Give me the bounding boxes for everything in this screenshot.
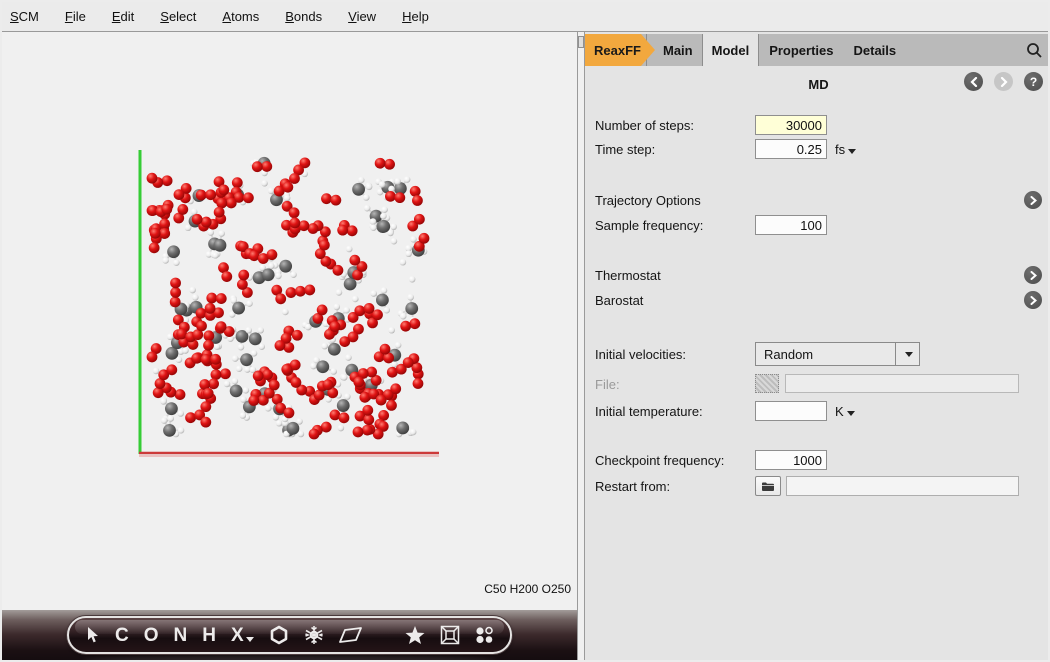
- menu-file[interactable]: File: [65, 9, 86, 24]
- thermostat-detail-button[interactable]: [1024, 266, 1042, 284]
- help-button[interactable]: ?: [1024, 72, 1043, 91]
- velocities-file-browse-button: [755, 374, 779, 393]
- sample-frequency-label: Sample frequency:: [595, 218, 703, 233]
- chevron-right-icon: [1030, 296, 1037, 305]
- molecular-scene[interactable]: [138, 148, 440, 460]
- tab-reaxff[interactable]: ReaxFF: [585, 34, 655, 66]
- number-of-steps-input[interactable]: [755, 115, 827, 135]
- menu-bar: SCM File Edit Select Atoms Bonds View He…: [2, 2, 1048, 32]
- barostat-label: Barostat: [595, 293, 643, 308]
- ams-input-window: SCM File Edit Select Atoms Bonds View He…: [0, 0, 1050, 662]
- initial-velocities-dropdown[interactable]: Random: [755, 342, 920, 366]
- caret-down-icon: [246, 637, 254, 642]
- input-panel: ReaxFF Main Model Properties Details MD …: [585, 32, 1050, 662]
- cell-box-tool-icon[interactable]: [440, 625, 460, 645]
- tab-details[interactable]: Details: [844, 34, 907, 66]
- time-step-unit-dropdown[interactable]: fs: [835, 142, 856, 157]
- chevron-left-icon: [970, 77, 978, 87]
- molecule-tool-icon[interactable]: [475, 626, 494, 644]
- molecule-viewer[interactable]: C50 H200 O250 C O N H X: [2, 32, 577, 662]
- menu-scm[interactable]: SCM: [10, 9, 39, 24]
- number-of-steps-label: Number of steps:: [595, 118, 694, 133]
- restart-from-input[interactable]: [786, 476, 1019, 496]
- ring-tool-icon[interactable]: [269, 625, 289, 645]
- hydrogen-element-tool[interactable]: H: [202, 626, 216, 645]
- drawing-toolbar: C O N H X: [67, 616, 512, 654]
- star-tool-icon[interactable]: [405, 626, 425, 645]
- oxygen-element-tool[interactable]: O: [144, 626, 159, 645]
- caret-down-icon: [847, 411, 855, 416]
- crystal-tool-icon[interactable]: [304, 625, 324, 645]
- splitter-handle[interactable]: [578, 36, 584, 48]
- velocities-file-label: File:: [595, 377, 620, 392]
- plane-tool-icon[interactable]: [339, 627, 362, 643]
- trajectory-options-detail-button[interactable]: [1024, 191, 1042, 209]
- thermostat-label: Thermostat: [595, 268, 661, 283]
- initial-temperature-input[interactable]: [755, 401, 827, 421]
- initial-velocities-label: Initial velocities:: [595, 347, 686, 362]
- pane-splitter[interactable]: [577, 32, 585, 662]
- toolbar-reflection: [82, 656, 497, 662]
- pointer-tool-icon[interactable]: [85, 626, 100, 644]
- tab-model[interactable]: Model: [703, 34, 760, 66]
- trajectory-options-label: Trajectory Options: [595, 193, 701, 208]
- chevron-right-icon: [1030, 196, 1037, 205]
- time-step-label: Time step:: [595, 142, 655, 157]
- checkpoint-frequency-input[interactable]: [755, 450, 827, 470]
- menu-atoms[interactable]: Atoms: [222, 9, 259, 24]
- initial-temperature-label: Initial temperature:: [595, 404, 703, 419]
- chevron-right-icon: [1000, 77, 1008, 87]
- forward-button: [994, 72, 1013, 91]
- search-icon: [1026, 42, 1043, 59]
- tab-bar: ReaxFF Main Model Properties Details: [585, 34, 1050, 66]
- nitrogen-element-tool[interactable]: N: [174, 626, 188, 645]
- barostat-detail-button[interactable]: [1024, 291, 1042, 309]
- search-button[interactable]: [1017, 34, 1050, 66]
- time-step-input[interactable]: [755, 139, 827, 159]
- viewer-toolbar-strip: C O N H X: [2, 610, 577, 662]
- tab-properties[interactable]: Properties: [759, 34, 843, 66]
- any-element-tool[interactable]: X: [231, 626, 254, 645]
- chevron-right-icon: [1030, 271, 1037, 280]
- dropdown-arrow[interactable]: [895, 343, 919, 365]
- menu-view[interactable]: View: [348, 9, 376, 24]
- restart-browse-button[interactable]: [755, 476, 781, 496]
- menu-select[interactable]: Select: [160, 9, 196, 24]
- restart-from-label: Restart from:: [595, 479, 670, 494]
- carbon-element-tool[interactable]: C: [115, 626, 129, 645]
- menu-edit[interactable]: Edit: [112, 9, 134, 24]
- sample-frequency-input[interactable]: [755, 215, 827, 235]
- folder-icon: [761, 481, 775, 492]
- menu-bonds[interactable]: Bonds: [285, 9, 322, 24]
- menu-help[interactable]: Help: [402, 9, 429, 24]
- initial-temperature-unit-dropdown[interactable]: K: [835, 404, 855, 419]
- dropdown-value: Random: [756, 347, 895, 362]
- formula-label: C50 H200 O250: [484, 582, 571, 596]
- velocities-file-input: [785, 374, 1019, 393]
- checkpoint-frequency-label: Checkpoint frequency:: [595, 453, 724, 468]
- caret-down-icon: [905, 352, 913, 357]
- back-button[interactable]: [964, 72, 983, 91]
- caret-down-icon: [848, 149, 856, 154]
